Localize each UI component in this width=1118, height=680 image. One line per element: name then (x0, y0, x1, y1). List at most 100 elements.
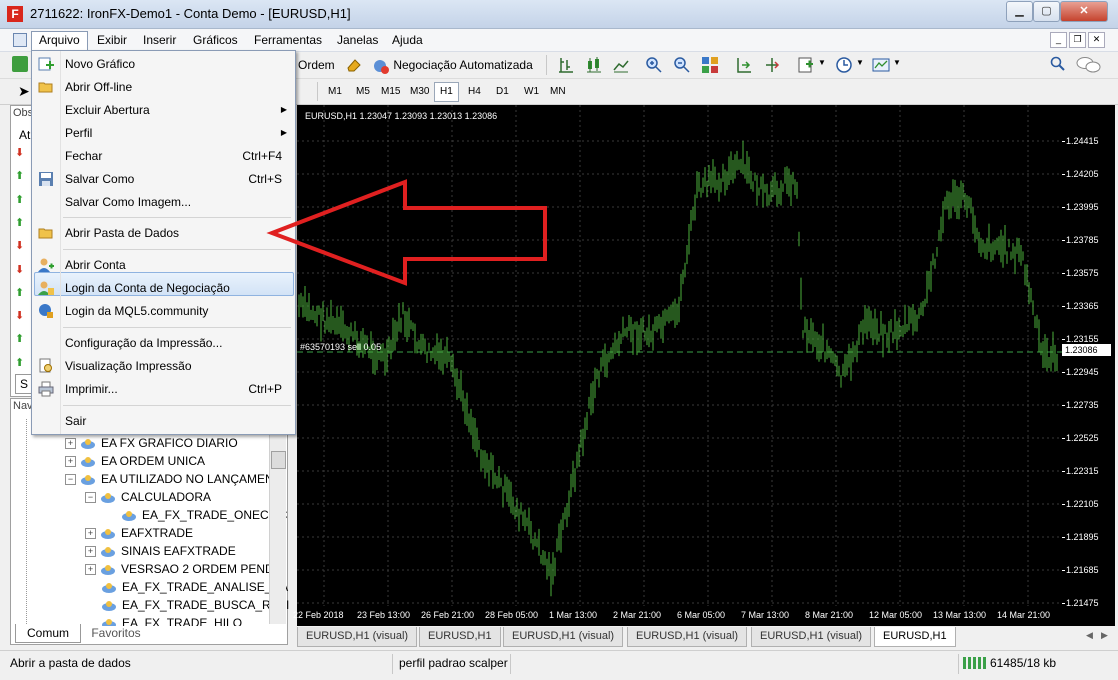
time-label: 23 Feb 13:00 (357, 610, 411, 620)
bar-chart-icon[interactable] (557, 56, 575, 74)
chart-tab[interactable]: EURUSD,H1 (419, 627, 501, 647)
timeframe-h4[interactable]: H4 (462, 82, 487, 102)
navigator-row[interactable]: − CALCULADORA (85, 488, 211, 506)
app-icon: F (7, 6, 23, 22)
timeframe-m30[interactable]: M30 (404, 82, 435, 102)
navigator-row[interactable]: EA_FX_TRADE_ONECLIC (121, 506, 287, 524)
menu-item-salvar-como-imagem[interactable]: Salvar Como Imagem... (32, 191, 295, 213)
minimize-button[interactable]: ▁ (1006, 1, 1033, 22)
navigator-row[interactable]: EA_FX_TRADE_ANALISE_CA (101, 578, 288, 596)
menu-exibir[interactable]: Exibir (90, 32, 134, 48)
connection-bars-icon (963, 657, 986, 669)
mdi-restore-button[interactable]: ❐ (1069, 32, 1086, 48)
maximize-button[interactable]: ▢ (1033, 1, 1060, 22)
menu-arquivo[interactable]: Arquivo (31, 31, 88, 51)
menu-separator (63, 405, 291, 406)
menu-item-excluir-abertura[interactable]: Excluir Abertura ▶ (32, 99, 295, 121)
menu-janelas[interactable]: Janelas (330, 32, 385, 48)
candlestick-chart-icon[interactable] (585, 56, 603, 74)
timeframe-w1[interactable]: W1 (518, 82, 545, 102)
price-label: 1.21685 (1066, 565, 1099, 575)
menu-item-abrir-off-line[interactable]: Abrir Off-line (32, 76, 295, 98)
timeframe-m1[interactable]: M1 (322, 82, 348, 102)
mdi-close-button[interactable]: ✕ (1088, 32, 1105, 48)
menu-item-novo-grafico[interactable]: Novo Gráfico (32, 53, 295, 75)
mql5-community-icon (39, 304, 53, 318)
tabs-scroll-left-icon[interactable]: ◀ (1086, 630, 1093, 641)
navigator-tab-comum[interactable]: Comum (15, 624, 81, 643)
search-icon[interactable] (1050, 56, 1066, 72)
eraser-icon[interactable] (346, 57, 362, 73)
tabs-scroll-right-icon[interactable]: ▶ (1101, 630, 1108, 641)
collapse-icon: − (85, 492, 96, 504)
zoom-out-icon[interactable] (673, 56, 691, 74)
navigator-tab-favoritos[interactable]: Favoritos (81, 624, 151, 642)
timeframe-m5[interactable]: M5 (350, 82, 376, 102)
menu-item-abrir-pasta-de-dados[interactable]: Abrir Pasta de Dados (32, 222, 295, 244)
menu-item-visualizacao-impressao[interactable]: Visualização Impressão (32, 355, 295, 377)
close-button[interactable]: ✕ (1060, 1, 1108, 22)
menu-item-salvar-como[interactable]: Salvar Como Ctrl+S (32, 168, 295, 190)
navigator-row[interactable]: EA_FX_TRADE_BUSCA_RETI (101, 596, 289, 614)
chart-shift-icon[interactable] (763, 56, 781, 74)
timeframe-h1[interactable]: H1 (434, 82, 459, 102)
menu-item-fechar[interactable]: Fechar Ctrl+F4 (32, 145, 295, 167)
chart-tab[interactable]: EURUSD,H1 (visual) (627, 627, 748, 647)
navigator-scrollbar[interactable] (269, 419, 286, 624)
arrow-up-icon: ⬆ (15, 356, 25, 369)
chat-icon[interactable] (1076, 56, 1102, 74)
menu-item-configuracao-impressao[interactable]: Configuração da Impressão... (32, 332, 295, 354)
menu-item-abrir-conta[interactable]: Abrir Conta (32, 254, 295, 276)
menu-item-sair[interactable]: Sair (32, 410, 295, 432)
price-label: 1.21895 (1066, 532, 1099, 542)
menu-item-login-mql5[interactable]: Login da MQL5.community (32, 300, 295, 322)
line-chart-icon[interactable] (612, 56, 630, 74)
menu-item-imprimir[interactable]: Imprimir... Ctrl+P (32, 378, 295, 400)
timeframe-mn[interactable]: MN (544, 82, 572, 102)
market-watch-column-header[interactable]: At (19, 128, 30, 142)
chart-tab[interactable]: EURUSD,H1 (visual) (297, 627, 418, 647)
indicators-dropdown-arrow[interactable]: ▼ (818, 58, 826, 67)
indicators-icon[interactable] (797, 56, 815, 74)
zoom-in-icon[interactable] (645, 56, 663, 74)
user-add-icon (38, 258, 54, 272)
algo-trading-button[interactable]: Negociação Automatizada (372, 56, 533, 74)
menu-item-perfil[interactable]: Perfil ▶ (32, 122, 295, 144)
navigator-row[interactable]: + VESRSAO 2 ORDEM PENDEI (85, 560, 285, 578)
order-line-label: #63570193 sell 0.05 (300, 342, 382, 352)
templates-dropdown-arrow[interactable]: ▼ (893, 58, 901, 67)
navigator-row[interactable]: − EA UTILIZADO NO LANÇAMEN (65, 470, 274, 488)
navigator-row[interactable]: + EA FX GRAFICO DIARIO (65, 434, 238, 452)
chart-tab[interactable]: EURUSD,H1 (visual) (503, 627, 624, 647)
timeframe-d1[interactable]: D1 (490, 82, 515, 102)
periods-dropdown-arrow[interactable]: ▼ (856, 58, 864, 67)
expert-advisor-icon (122, 510, 136, 521)
new-order-icon[interactable] (12, 56, 28, 72)
templates-icon[interactable] (872, 56, 890, 74)
tile-windows-icon[interactable] (701, 56, 719, 74)
navigator-row-label: VESRSAO 2 ORDEM PENDEI (121, 562, 286, 576)
navigator-row[interactable]: + EA ORDEM UNICA (65, 452, 205, 470)
cursor-icon[interactable]: ➤ (18, 83, 30, 99)
order-button[interactable]: Ordem (298, 56, 335, 74)
title-bar: F 2711622: IronFX-Demo1 - Conta Demo - [… (0, 0, 1118, 29)
periods-clock-icon[interactable] (835, 56, 853, 74)
menu-ajuda[interactable]: Ajuda (385, 32, 430, 48)
time-label: 13 Mar 13:00 (933, 610, 987, 620)
new-chart-icon (38, 57, 54, 71)
expand-icon: + (65, 456, 76, 468)
navigator-row-label: EAFXTRADE (121, 526, 194, 540)
scrollbar-thumb[interactable] (271, 451, 286, 469)
navigator-row[interactable]: + SINAIS EAFXTRADE (85, 542, 236, 560)
menu-inserir[interactable]: Inserir (136, 32, 183, 48)
chart-tab[interactable]: EURUSD,H1 (visual) (751, 627, 872, 647)
chart-tab-active[interactable]: EURUSD,H1 (874, 627, 956, 647)
navigator-row[interactable]: + EAFXTRADE (85, 524, 193, 542)
mdi-minimize-button[interactable]: _ (1050, 32, 1067, 48)
menu-ferramentas[interactable]: Ferramentas (247, 32, 329, 48)
menu-graficos[interactable]: Gráficos (186, 32, 245, 48)
menu-item-label: Sair (65, 414, 87, 428)
autoscroll-icon[interactable] (735, 56, 753, 74)
menu-item-login-conta-negociacao[interactable]: Login da Conta de Negociação (32, 277, 295, 299)
timeframe-m15[interactable]: M15 (375, 82, 406, 102)
